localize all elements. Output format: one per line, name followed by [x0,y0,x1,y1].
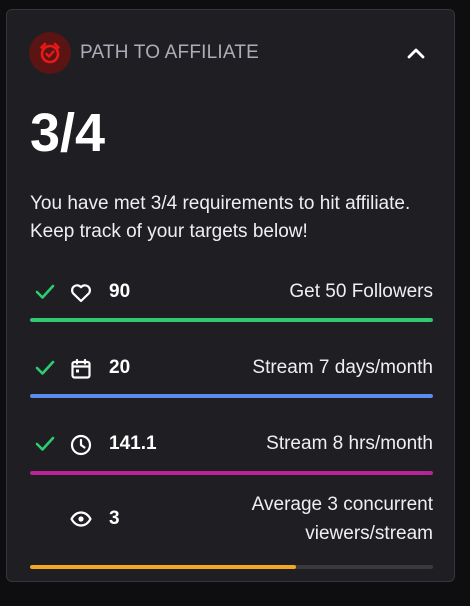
stream-hours-label: Stream 8 hrs/month [266,433,433,454]
requirement-viewers: 3 Average 3 concurrent viewers/stream [30,490,433,569]
eye-icon [70,511,92,527]
requirement-stream-days: 20 Stream 7 days/month [30,348,433,398]
clock-icon [70,434,92,456]
requirements-count: 3/4 [30,103,106,163]
requirement-stream-hours: 141.1 Stream 8 hrs/month [30,424,433,475]
check-icon [35,284,55,299]
stream-days-progress-fill [30,394,433,398]
stream-days-value: 20 [109,357,131,378]
viewers-progress-fill [30,565,296,569]
check-icon [35,436,55,451]
chevron-up-icon [407,48,425,59]
viewers-value: 3 [109,508,120,529]
requirements-description: You have met 3/4 requirements to hit aff… [30,193,411,242]
followers-value: 90 [109,281,131,302]
viewers-label: Average 3 concurrent viewers/stream [251,494,433,544]
heart-icon [71,284,91,303]
stream-days-progress-bar [30,394,433,398]
followers-progress-fill [30,318,433,322]
card-header: PATH TO AFFILIATE [29,32,432,74]
followers-progress-bar [30,318,433,322]
collapse-button[interactable] [400,37,432,69]
card-title: PATH TO AFFILIATE [80,42,260,63]
stream-hours-progress-bar [30,471,433,475]
stream-hours-value: 141.1 [109,433,157,454]
stream-hours-progress-fill [30,471,433,475]
stream-days-label: Stream 7 days/month [252,357,433,378]
viewers-progress-bar [30,565,433,569]
check-icon [35,360,55,375]
affiliate-badge-icon [29,32,71,74]
affiliate-progress-card: PATH TO AFFILIATE 3/4 You have met 3/4 r… [6,9,455,582]
followers-label: Get 50 Followers [289,281,433,302]
requirement-followers: 90 Get 50 Followers [30,272,433,322]
calendar-icon [71,358,91,379]
